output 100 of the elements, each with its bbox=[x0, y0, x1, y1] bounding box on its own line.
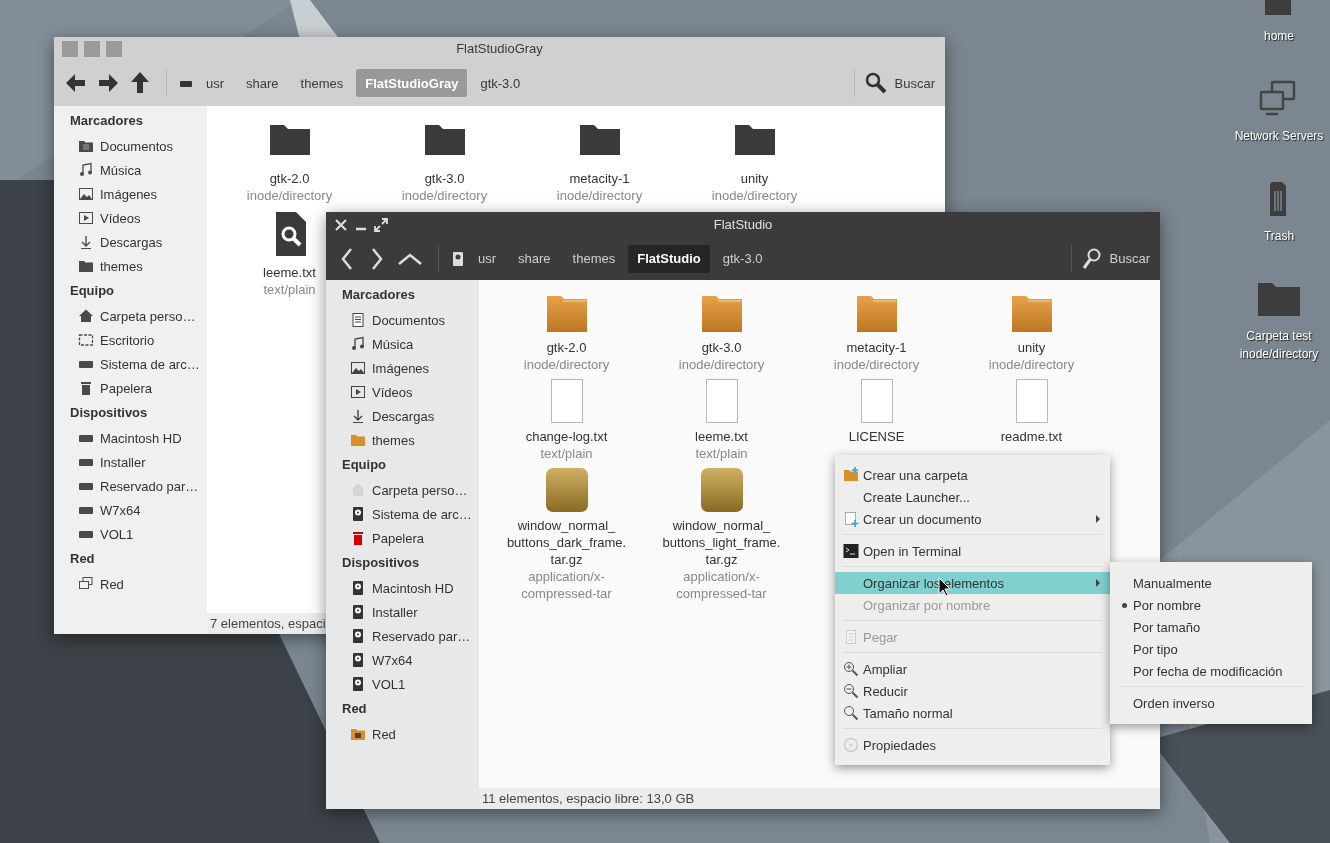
sidebar-item[interactable]: W7x64 bbox=[326, 648, 479, 672]
path-button[interactable]: share bbox=[237, 69, 288, 97]
sidebar-heading: Red bbox=[341, 700, 368, 718]
new-folder-icon bbox=[843, 467, 859, 483]
sidebar-item[interactable]: themes bbox=[54, 254, 207, 278]
sidebar-item[interactable]: Carpeta perso… bbox=[54, 304, 207, 328]
sidebar-item[interactable]: Red bbox=[326, 722, 479, 746]
search-button[interactable]: Buscar bbox=[1070, 244, 1152, 273]
file-name[interactable]: LICENSE bbox=[848, 428, 905, 445]
path-button[interactable]: gtk-3.0 bbox=[713, 244, 772, 273]
file-type: application/x-compressed-tar bbox=[675, 568, 768, 602]
file-type: text/plain bbox=[540, 445, 593, 462]
file-name[interactable]: readme.txt bbox=[1000, 428, 1063, 445]
file-name[interactable]: metacity-1 bbox=[846, 339, 907, 356]
sidebar-item[interactable]: Sistema de arc… bbox=[54, 352, 207, 376]
menu-item[interactable]: Tamaño normal bbox=[835, 702, 1110, 724]
sidebar-item[interactable]: Papelera bbox=[54, 376, 207, 400]
path-button[interactable]: themes bbox=[563, 244, 625, 273]
file-name[interactable]: leeme.txt bbox=[263, 264, 316, 281]
sidebar-item[interactable]: themes bbox=[326, 428, 479, 452]
file-name[interactable]: gtk-2.0 bbox=[546, 339, 587, 356]
file-name[interactable]: window_normal_buttons_light_frame.tar.gz bbox=[655, 517, 788, 568]
file-name[interactable]: leeme.txt bbox=[695, 428, 748, 445]
sidebar-item[interactable]: VOL1 bbox=[54, 522, 207, 546]
path-button[interactable]: themes bbox=[291, 69, 353, 97]
menu-item[interactable]: Manualmente bbox=[1110, 572, 1312, 594]
sidebar-item[interactable]: Sistema de arc… bbox=[326, 502, 479, 526]
sidebar-item[interactable]: Macintosh HD bbox=[54, 426, 207, 450]
file-name[interactable]: gtk-2.0 bbox=[269, 170, 310, 187]
menu-item[interactable]: Create Launcher... bbox=[835, 486, 1110, 508]
sidebar-item[interactable]: Imágenes bbox=[326, 356, 479, 380]
file-name[interactable]: change-log.txt bbox=[525, 428, 608, 445]
sidebar-item[interactable]: Reservado par… bbox=[54, 474, 207, 498]
new-document-icon bbox=[843, 511, 859, 527]
sidebar-item[interactable]: Imágenes bbox=[54, 182, 207, 206]
file-name[interactable]: unity bbox=[740, 170, 769, 187]
sidebar-heading: Dispositivos bbox=[69, 404, 149, 422]
music-note-icon bbox=[78, 162, 94, 178]
file-name[interactable]: metacity-1 bbox=[569, 170, 630, 187]
sidebar-item[interactable]: Descargas bbox=[326, 404, 479, 428]
clipboard-icon bbox=[843, 629, 859, 645]
desktop-icon-label[interactable]: Carpeta test bbox=[1246, 327, 1312, 345]
zoom-icon bbox=[843, 705, 859, 721]
desktop-icon-label[interactable]: home bbox=[1264, 27, 1294, 45]
file-type: inode/directory bbox=[523, 356, 610, 373]
sidebar-item[interactable]: Documentos bbox=[54, 134, 207, 158]
menu-item[interactable]: Crear una carpeta bbox=[835, 464, 1110, 486]
sidebar-item[interactable]: W7x64 bbox=[54, 498, 207, 522]
window-title: FlatStudioGray bbox=[456, 41, 543, 56]
sidebar-item[interactable]: Música bbox=[326, 332, 479, 356]
path-button[interactable]: usr bbox=[469, 244, 506, 273]
menu-item[interactable]: Por nombre bbox=[1110, 594, 1312, 616]
sidebar-item[interactable]: Descargas bbox=[54, 230, 207, 254]
play-icon bbox=[78, 210, 94, 226]
path-button[interactable]: gtk-3.0 bbox=[471, 69, 530, 97]
folder-icon bbox=[78, 258, 94, 274]
menu-item[interactable]: Por tipo bbox=[1110, 638, 1312, 660]
sidebar-item[interactable]: Escritorio bbox=[54, 328, 207, 352]
search-button[interactable]: Buscar bbox=[853, 69, 937, 97]
sidebar-heading: Red bbox=[69, 550, 96, 568]
trash-icon bbox=[350, 530, 366, 546]
file-name[interactable]: unity bbox=[1017, 339, 1046, 356]
sidebar-item[interactable]: Vídeos bbox=[326, 380, 479, 404]
close-icon[interactable] bbox=[334, 217, 348, 232]
status-text: 11 elementos, espacio libre: 13,0 GB bbox=[482, 791, 695, 806]
sidebar-item[interactable]: Installer bbox=[326, 600, 479, 624]
file-name[interactable]: gtk-3.0 bbox=[701, 339, 742, 356]
file-name[interactable]: window_normal_buttons_dark_frame.tar.gz bbox=[500, 517, 633, 568]
desktop-icon-label[interactable]: Network Servers bbox=[1234, 127, 1324, 145]
file-name[interactable]: gtk-3.0 bbox=[424, 170, 465, 187]
window-title: FlatStudio bbox=[713, 217, 773, 232]
image-icon bbox=[78, 186, 94, 202]
sidebar-item[interactable]: Installer bbox=[54, 450, 207, 474]
sidebar-item[interactable]: Música bbox=[54, 158, 207, 182]
submenu-arrow-icon bbox=[1096, 579, 1100, 587]
sidebar-item[interactable]: Reservado par… bbox=[326, 624, 479, 648]
menu-item[interactable]: Reducir bbox=[835, 680, 1110, 702]
menu-item[interactable]: Por tamaño bbox=[1110, 616, 1312, 638]
sidebar-item[interactable]: VOL1 bbox=[326, 672, 479, 696]
menu-item[interactable]: Por fecha de modificación bbox=[1110, 660, 1312, 682]
maximize-icon[interactable] bbox=[374, 217, 388, 232]
sidebar-item[interactable]: Red bbox=[54, 572, 207, 596]
terminal-icon bbox=[843, 543, 859, 559]
sidebar-item[interactable]: Carpeta perso… bbox=[326, 478, 479, 502]
sidebar-item[interactable]: Vídeos bbox=[54, 206, 207, 230]
path-button[interactable]: usr bbox=[197, 69, 234, 97]
dashed-frame-icon bbox=[78, 332, 94, 348]
play-icon bbox=[350, 384, 366, 400]
download-icon bbox=[78, 234, 94, 250]
status-text: 7 elementos, espaci bbox=[210, 616, 326, 631]
path-button[interactable]: FlatStudio bbox=[628, 244, 710, 273]
desktop-icon-label[interactable]: Trash bbox=[1263, 227, 1295, 245]
menu-item[interactable]: Crear un documento bbox=[835, 508, 1110, 530]
file-type: text/plain bbox=[695, 445, 748, 462]
sidebar-item[interactable]: Papelera bbox=[326, 526, 479, 550]
sidebar-item[interactable]: Macintosh HD bbox=[326, 576, 479, 600]
trash-icon bbox=[78, 380, 94, 396]
path-button[interactable]: share bbox=[509, 244, 560, 273]
sidebar-item[interactable]: Documentos bbox=[326, 308, 479, 332]
sidebar-heading: Marcadores bbox=[69, 112, 144, 130]
